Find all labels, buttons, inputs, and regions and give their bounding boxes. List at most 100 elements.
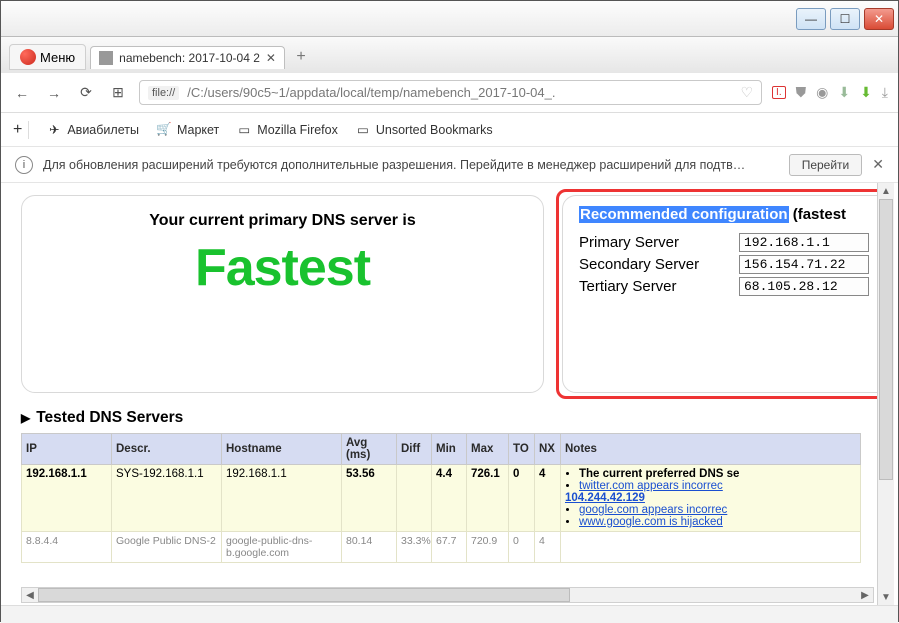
table-row: 8.8.4.4 Google Public DNS-2 google-publi… xyxy=(22,532,861,563)
reload-button[interactable]: ⟳ xyxy=(75,82,97,104)
bookmark-label: Mozilla Firefox xyxy=(257,123,338,137)
note-ip: 104.244.42.129 xyxy=(565,492,645,504)
add-bookmark-button[interactable]: + xyxy=(13,121,29,139)
cell-descr: Google Public DNS-2 xyxy=(112,532,222,563)
download-icon[interactable]: ⬇ xyxy=(838,84,850,101)
close-window-button[interactable]: ✕ xyxy=(864,8,894,30)
scroll-left-icon[interactable]: ◀ xyxy=(22,588,38,602)
address-bar: ← → ⟳ ⊞ file:// /C:/users/90c5~1/appdata… xyxy=(1,73,898,113)
secondary-server-input[interactable] xyxy=(739,255,869,274)
cell-to: 0 xyxy=(509,532,535,563)
scroll-right-icon[interactable]: ▶ xyxy=(857,588,873,602)
th-avg: Avg (ms) xyxy=(342,434,397,465)
cell-notes: The current preferred DNS se twitter.com… xyxy=(561,465,861,532)
go-to-extensions-button[interactable]: Перейти xyxy=(789,154,863,176)
th-ip: IP xyxy=(22,434,112,465)
note-link[interactable]: twitter.com appears incorrec xyxy=(579,480,723,492)
save-icon[interactable]: ⤓ xyxy=(882,84,888,101)
tab-strip: Меню namebench: 2017-10-04 2 ✕ + xyxy=(1,37,898,73)
tested-heading-text: Tested DNS Servers xyxy=(36,409,183,427)
maximize-button[interactable]: ☐ xyxy=(830,8,860,30)
browser-tab[interactable]: namebench: 2017-10-04 2 ✕ xyxy=(90,46,285,69)
cell-diff xyxy=(397,465,432,532)
secondary-server-label: Secondary Server xyxy=(579,256,729,273)
note-link[interactable]: google.com appears incorrec xyxy=(579,504,727,516)
cell-avg: 80.14 xyxy=(342,532,397,563)
adblock-icon[interactable]: I. xyxy=(772,86,786,99)
cell-descr: SYS-192.168.1.1 xyxy=(112,465,222,532)
th-notes: Notes xyxy=(561,434,861,465)
status-bar xyxy=(1,605,898,623)
back-button[interactable]: ← xyxy=(11,82,33,104)
recommended-heading: Recommended configuration (fastest xyxy=(579,206,891,223)
app-window: — ☐ ✕ Меню namebench: 2017-10-04 2 ✕ + ←… xyxy=(0,0,899,622)
info-icon: i xyxy=(15,156,33,174)
note-text: The current preferred DNS se xyxy=(579,468,739,480)
server-config-table: Primary Server Secondary Server Tertiary… xyxy=(579,233,891,296)
minimize-button[interactable]: — xyxy=(796,8,826,30)
url-input[interactable]: file:// /C:/users/90c5~1/appdata/local/t… xyxy=(139,80,762,105)
bookmarks-bar: + ✈ Авиабилеты 🛒 Маркет ▭ Mozilla Firefox ▭… xyxy=(1,113,898,147)
url-scheme: file:// xyxy=(148,86,179,100)
scroll-thumb[interactable] xyxy=(879,199,893,480)
cell-min: 67.7 xyxy=(432,532,467,563)
tertiary-server-input[interactable] xyxy=(739,277,869,296)
titlebar: — ☐ ✕ xyxy=(1,1,898,37)
cell-avg: 53.56 xyxy=(342,465,397,532)
new-tab-button[interactable]: + xyxy=(289,46,313,68)
scroll-track[interactable] xyxy=(878,199,894,589)
favorite-icon[interactable]: ♡ xyxy=(740,84,753,101)
vpn-icon[interactable]: ◉ xyxy=(816,84,828,101)
tested-servers-heading: ▶ Tested DNS Servers xyxy=(21,409,892,427)
tab-title: namebench: 2017-10-04 2 xyxy=(119,51,260,65)
cell-min: 4.4 xyxy=(432,465,467,532)
th-max: Max xyxy=(467,434,509,465)
recommended-config-panel: Recommended configuration (fastest Prima… xyxy=(562,195,892,393)
note-link[interactable]: www.google.com is hijacked xyxy=(579,516,723,528)
tab-close-button[interactable]: ✕ xyxy=(266,51,276,65)
cell-host: google-public-dns-b.google.com xyxy=(222,532,342,563)
vertical-scrollbar[interactable]: ▲ ▼ xyxy=(877,183,894,605)
scroll-thumb[interactable] xyxy=(38,588,570,602)
table-row: 192.168.1.1 SYS-192.168.1.1 192.168.1.1 … xyxy=(22,465,861,532)
bookmark-label: Авиабилеты xyxy=(67,123,139,137)
bookmark-unsorted[interactable]: ▭Unsorted Bookmarks xyxy=(356,123,493,137)
plane-icon: ✈ xyxy=(47,123,61,137)
recommended-heading-rest: (fastest xyxy=(789,206,847,223)
table-header-row: IP Descr. Hostname Avg (ms) Diff Min Max… xyxy=(22,434,861,465)
extension-icon[interactable]: ⬇ xyxy=(860,84,872,101)
scroll-up-icon[interactable]: ▲ xyxy=(878,183,894,199)
speed-dial-button[interactable]: ⊞ xyxy=(107,82,129,104)
th-host: Hostname xyxy=(222,434,342,465)
bookmark-label: Маркет xyxy=(177,123,219,137)
bookmark-firefox[interactable]: ▭ Mozilla Firefox xyxy=(237,123,338,137)
scroll-track[interactable] xyxy=(38,588,857,602)
notification-text: Для обновления расширений требуются допо… xyxy=(43,158,779,172)
folder-icon: ▭ xyxy=(237,123,251,137)
bookmark-aviabilety[interactable]: ✈ Авиабилеты xyxy=(47,123,139,137)
opera-menu-button[interactable]: Меню xyxy=(9,44,86,70)
th-to: TO xyxy=(509,434,535,465)
cell-diff: 33.3% xyxy=(397,532,432,563)
th-diff: Diff xyxy=(397,434,432,465)
dismiss-notification-button[interactable]: ✕ xyxy=(872,156,884,173)
primary-dns-panel: Your current primary DNS server is Faste… xyxy=(21,195,544,393)
shield-icon[interactable]: ⛊ xyxy=(796,84,807,101)
cell-nx: 4 xyxy=(535,465,561,532)
bookmark-label: Unsorted Bookmarks xyxy=(376,123,493,137)
notification-bar: i Для обновления расширений требуются до… xyxy=(1,147,898,183)
cart-icon: 🛒 xyxy=(157,123,171,137)
scroll-down-icon[interactable]: ▼ xyxy=(878,589,894,605)
cell-host: 192.168.1.1 xyxy=(222,465,342,532)
cell-notes xyxy=(561,532,861,563)
th-min: Min xyxy=(432,434,467,465)
th-descr: Descr. xyxy=(112,434,222,465)
bookmark-market[interactable]: 🛒 Маркет xyxy=(157,123,219,137)
horizontal-scrollbar[interactable]: ◀ ▶ xyxy=(21,587,874,603)
cell-to: 0 xyxy=(509,465,535,532)
opera-logo-icon xyxy=(20,49,36,65)
forward-button[interactable]: → xyxy=(43,82,65,104)
primary-server-label: Primary Server xyxy=(579,234,729,251)
cell-ip: 8.8.4.4 xyxy=(22,532,112,563)
primary-server-input[interactable] xyxy=(739,233,869,252)
